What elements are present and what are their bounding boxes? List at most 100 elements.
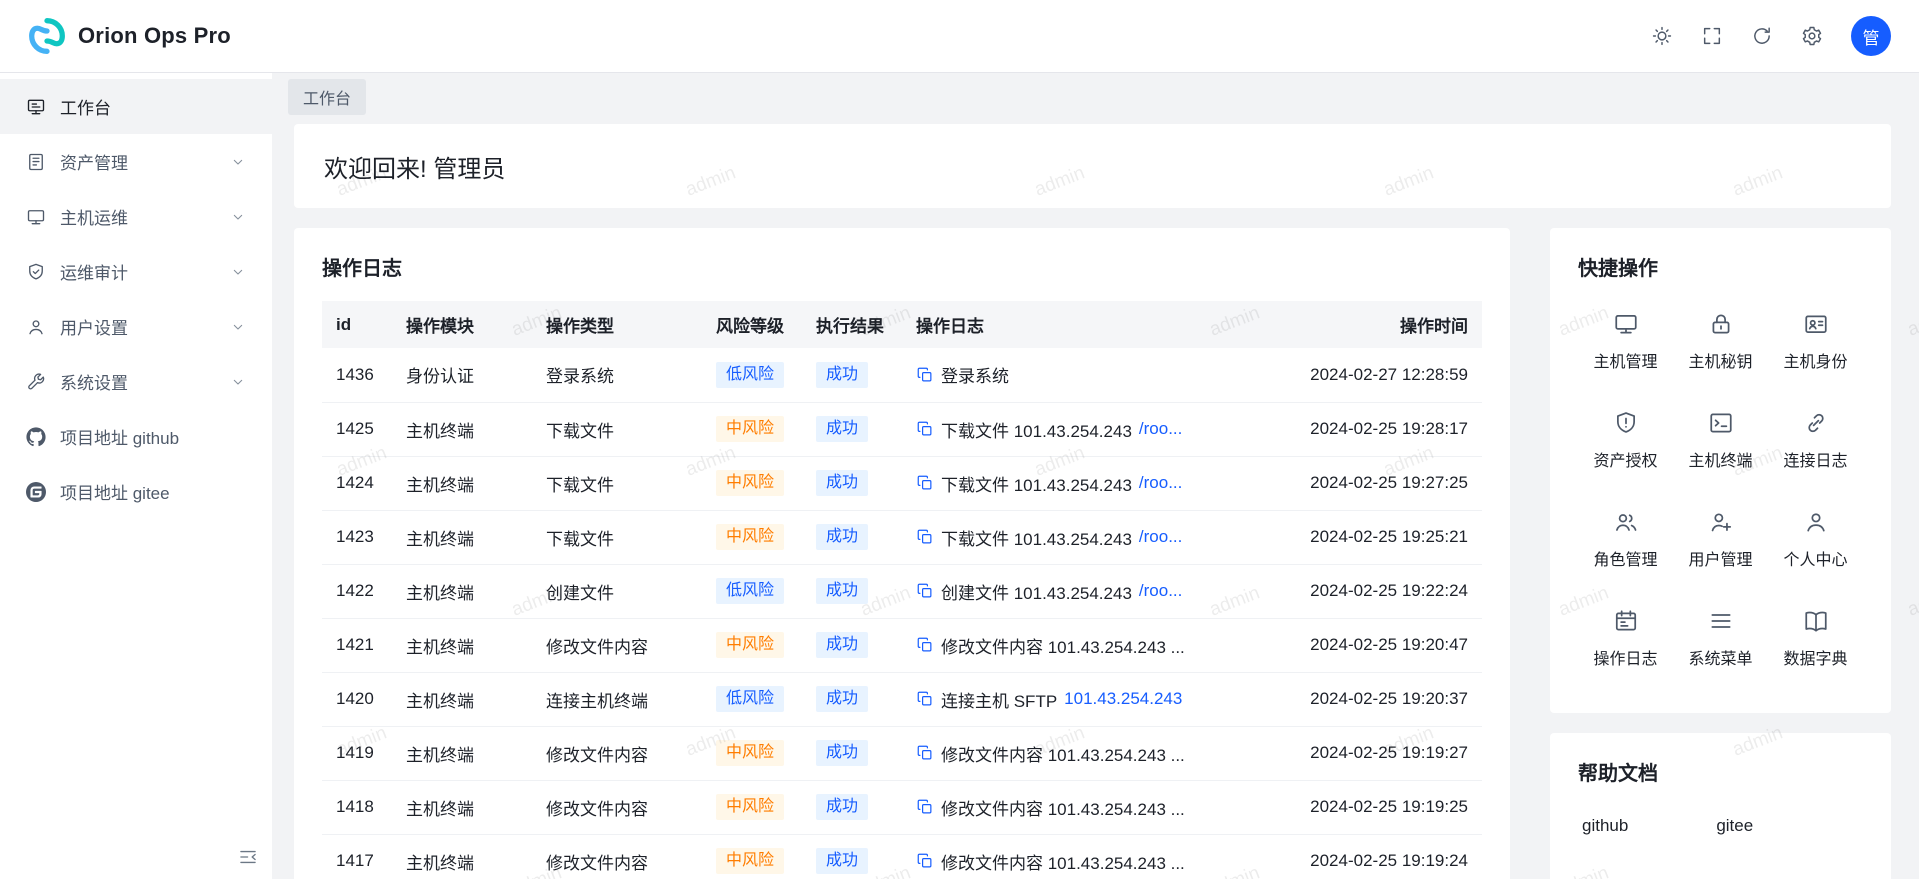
gear-icon[interactable] [1801, 25, 1823, 47]
table-row: 1417主机终端修改文件内容中风险成功修改文件内容 101.43.254.243… [322, 834, 1482, 879]
copy-icon[interactable] [916, 798, 934, 816]
sidebar-item-project-github[interactable]: 项目地址 github [0, 409, 272, 464]
cell-type: 修改文件内容 [532, 834, 702, 879]
quick-action-asset-authorization[interactable]: 资产授权 [1578, 410, 1673, 471]
column-header: 风险等级 [702, 301, 802, 348]
copy-icon[interactable] [916, 852, 934, 870]
quick-action-data-dictionary[interactable]: 数据字典 [1768, 608, 1863, 669]
help-docs-card: 帮助文档 githubgitee [1550, 733, 1891, 879]
cell-time: 2024-02-25 19:27:25 [1282, 456, 1482, 510]
column-header: 操作时间 [1282, 301, 1482, 348]
copy-icon[interactable] [916, 474, 934, 492]
cell-type: 登录系统 [532, 348, 702, 402]
sidebar-item-host-ops[interactable]: 主机运维 [0, 189, 272, 244]
log-cell: 下载文件 101.43.254.243/roo... [916, 525, 1268, 550]
copy-icon[interactable] [916, 366, 934, 384]
cell-id: 1423 [322, 510, 392, 564]
brand: Orion Ops Pro [28, 17, 231, 55]
quick-action-label: 数据字典 [1783, 645, 1847, 669]
tab-bar: 工作台 [272, 73, 1919, 120]
risk-badge: 中风险 [716, 524, 784, 550]
fullscreen-icon[interactable] [1701, 25, 1723, 47]
menu-icon [1708, 608, 1734, 634]
quick-action-user-management[interactable]: 用户管理 [1673, 509, 1768, 570]
sidebar-item-asset-management[interactable]: 资产管理 [0, 134, 272, 189]
cell-type: 下载文件 [532, 402, 702, 456]
refresh-icon[interactable] [1751, 25, 1773, 47]
sidebar-item-label: 资产管理 [60, 149, 128, 174]
right-panel: 快捷操作 主机管理主机秘钥主机身份资产授权主机终端连接日志角色管理用户管理个人中… [1550, 228, 1891, 879]
lock-icon [1708, 311, 1734, 337]
sidebar-item-label: 系统设置 [60, 369, 128, 394]
risk-badge: 中风险 [716, 632, 784, 658]
risk-badge: 中风险 [716, 416, 784, 442]
operation-log-table: id操作模块操作类型风险等级执行结果操作日志操作时间 1436身份认证登录系统低… [322, 301, 1482, 879]
cell-id: 1425 [322, 402, 392, 456]
sidebar-item-label: 项目地址 gitee [60, 479, 170, 504]
quick-action-host-identity[interactable]: 主机身份 [1768, 311, 1863, 372]
quick-action-label: 主机身份 [1783, 348, 1847, 372]
cell-type: 下载文件 [532, 510, 702, 564]
help-link-github[interactable]: github [1582, 816, 1628, 836]
cell-type: 修改文件内容 [532, 618, 702, 672]
help-links: github gitee [1578, 816, 1863, 836]
sidebar-item-system-settings[interactable]: 系统设置 [0, 354, 272, 409]
result-badge: 成功 [816, 362, 868, 388]
cell-module: 主机终端 [392, 402, 532, 456]
help-link-gitee[interactable]: gitee [1716, 816, 1753, 836]
github-icon [26, 427, 46, 447]
quick-action-personal-center[interactable]: 个人中心 [1768, 509, 1863, 570]
log-link[interactable]: /roo... [1139, 527, 1182, 547]
sidebar-item-ops-audit[interactable]: 运维审计 [0, 244, 272, 299]
host-icon [26, 207, 46, 227]
cell-time: 2024-02-25 19:22:24 [1282, 564, 1482, 618]
log-link[interactable]: 101.43.254.243 [1064, 689, 1182, 709]
log-cell: 修改文件内容 101.43.254.243 ... [916, 741, 1268, 766]
collapse-sidebar-icon[interactable] [238, 847, 258, 867]
quick-action-label: 角色管理 [1593, 546, 1657, 570]
log-link[interactable]: /roo... [1139, 581, 1182, 601]
copy-icon[interactable] [916, 528, 934, 546]
log-link[interactable]: /roo... [1139, 419, 1182, 439]
quick-action-host-management[interactable]: 主机管理 [1578, 311, 1673, 372]
users-icon [1613, 509, 1639, 535]
table-row: 1436身份认证登录系统低风险成功登录系统2024-02-27 12:28:59 [322, 348, 1482, 402]
quick-actions-grid: 主机管理主机秘钥主机身份资产授权主机终端连接日志角色管理用户管理个人中心操作日志… [1578, 311, 1863, 669]
quick-action-host-keys[interactable]: 主机秘钥 [1673, 311, 1768, 372]
book-icon [1803, 608, 1829, 634]
cell-time: 2024-02-25 19:19:25 [1282, 780, 1482, 834]
content-scroll-area: 欢迎回来! 管理员 操作日志 id操作模块操作类型风险等级执行结果操作日志操作时… [272, 120, 1919, 879]
copy-icon[interactable] [916, 636, 934, 654]
log-text: 修改文件内容 101.43.254.243 ... [941, 795, 1185, 820]
log-cell: 修改文件内容 101.43.254.243 ... [916, 849, 1268, 874]
sidebar-item-user-settings[interactable]: 用户设置 [0, 299, 272, 354]
sidebar-item-project-gitee[interactable]: 项目地址 gitee [0, 464, 272, 519]
app-title: Orion Ops Pro [78, 23, 231, 49]
quick-action-connection-log[interactable]: 连接日志 [1768, 410, 1863, 471]
sidebar-item-workbench[interactable]: 工作台 [0, 79, 272, 134]
quick-action-operation-log[interactable]: 操作日志 [1578, 608, 1673, 669]
sun-icon[interactable] [1651, 25, 1673, 47]
copy-icon[interactable] [916, 420, 934, 438]
log-cell: 修改文件内容 101.43.254.243 ... [916, 795, 1268, 820]
result-badge: 成功 [816, 794, 868, 820]
quick-action-label: 主机终端 [1688, 447, 1752, 471]
quick-action-host-terminal[interactable]: 主机终端 [1673, 410, 1768, 471]
log-cell: 下载文件 101.43.254.243/roo... [916, 417, 1268, 442]
copy-icon[interactable] [916, 690, 934, 708]
copy-icon[interactable] [916, 744, 934, 762]
cell-module: 主机终端 [392, 672, 532, 726]
log-link[interactable]: /roo... [1139, 473, 1182, 493]
quick-action-role-management[interactable]: 角色管理 [1578, 509, 1673, 570]
user-avatar[interactable]: 管 [1851, 16, 1891, 56]
asset-icon [26, 152, 46, 172]
column-header: id [322, 301, 392, 348]
chevron-down-icon [230, 154, 246, 170]
table-row: 1421主机终端修改文件内容中风险成功修改文件内容 101.43.254.243… [322, 618, 1482, 672]
quick-action-system-menu[interactable]: 系统菜单 [1673, 608, 1768, 669]
user-icon [26, 317, 46, 337]
copy-icon[interactable] [916, 582, 934, 600]
tab-workbench[interactable]: 工作台 [288, 79, 366, 115]
cell-type: 修改文件内容 [532, 780, 702, 834]
table-row: 1424主机终端下载文件中风险成功下载文件 101.43.254.243/roo… [322, 456, 1482, 510]
